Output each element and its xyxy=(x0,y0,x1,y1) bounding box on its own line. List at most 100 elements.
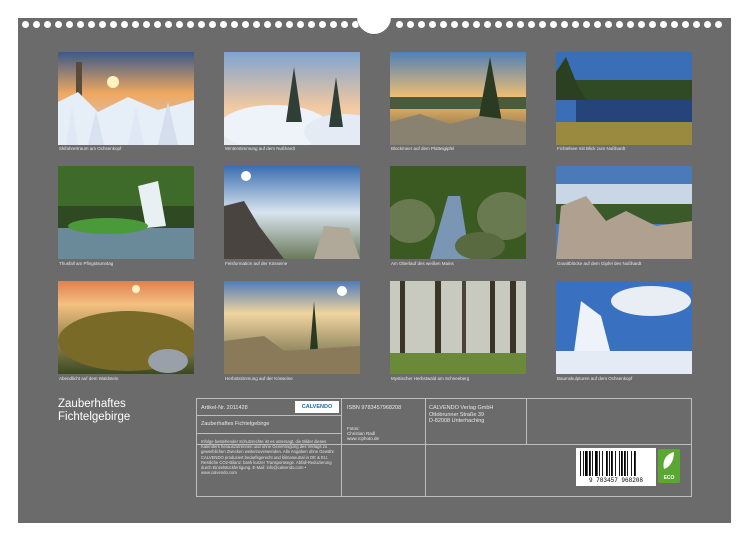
caption-2: Winterstimmung auf dem Nußhardt xyxy=(225,146,296,151)
calendar-title: Zauberhaftes Fichtelgebirge xyxy=(201,421,270,427)
binding-hole xyxy=(220,21,227,28)
photo-11 xyxy=(390,281,526,374)
binding-hole xyxy=(517,21,524,28)
caption-4: Fichtelsee mit Blick zum Nußhardt xyxy=(557,146,626,151)
info-divider-title-bottom xyxy=(196,433,342,434)
legal-text: Infolge bestehender Schutzrechte ist es … xyxy=(201,439,335,476)
caption-12: Baumskulpturen auf dem Ochsenkopf xyxy=(557,376,633,381)
binding-hole xyxy=(440,21,447,28)
photo-1 xyxy=(58,52,194,145)
photo-10 xyxy=(224,281,360,374)
caption-8: Granitblöcke auf dem Gipfel des Nußhardt xyxy=(557,261,642,266)
photo-credit-web: www.rcphoto.de xyxy=(347,436,380,441)
isbn: ISBN 9783457968208 xyxy=(347,405,402,411)
photo-4 xyxy=(556,52,692,145)
binding-hole xyxy=(264,21,271,28)
binding-hole xyxy=(176,21,183,28)
binding-hole xyxy=(429,21,436,28)
caption-1: Skifahrertraum am Ochsenkopf xyxy=(59,146,122,151)
barcode-bar xyxy=(611,451,613,476)
barcode-bar xyxy=(624,451,626,476)
binding-hole xyxy=(99,21,106,28)
binding-hole xyxy=(22,21,29,28)
caption-3: Blockmeer auf dem Platteigipfel xyxy=(391,146,455,151)
article-number: Artikel-Nr. 2011428 xyxy=(201,405,248,411)
binding-hole xyxy=(616,21,623,28)
binding-hole xyxy=(165,21,172,28)
barcode-bar xyxy=(621,451,623,476)
binding-hole xyxy=(715,21,722,28)
binding-hole xyxy=(704,21,711,28)
binding-hole xyxy=(473,21,480,28)
barcode-bar xyxy=(609,451,610,476)
caption-10: Herbststimmung auf der Kösseine xyxy=(225,376,293,381)
publisher-city: D-82008 Unterhaching xyxy=(429,418,485,424)
binding-hole xyxy=(495,21,502,28)
cover-title: Zauberhaftes Fichtelgebirge xyxy=(58,398,130,424)
binding-hole xyxy=(110,21,117,28)
binding-hole xyxy=(286,21,293,28)
binding-hole xyxy=(77,21,84,28)
binding-hole xyxy=(671,21,678,28)
binding-hole xyxy=(88,21,95,28)
binding-hole xyxy=(275,21,282,28)
cover-title-line-1: Zauberhaftes xyxy=(58,398,126,410)
binding-hole xyxy=(605,21,612,28)
barcode-bar xyxy=(580,451,581,476)
barcode-number: 9 783457 968208 xyxy=(588,477,643,484)
barcode-bar xyxy=(619,451,620,476)
binding-hole xyxy=(539,21,546,28)
info-divider-1 xyxy=(341,398,342,496)
caption-9: Abendlicht auf dem Waldstein xyxy=(59,376,119,381)
binding-hole xyxy=(55,21,62,28)
binding-hole xyxy=(627,21,634,28)
binding-hole xyxy=(396,21,403,28)
binding-hole xyxy=(198,21,205,28)
binding-hole xyxy=(330,21,337,28)
binding-hole xyxy=(572,21,579,28)
barcode-bar xyxy=(589,451,591,476)
caption-7: Am Oberlauf des weißen Mains xyxy=(391,261,454,266)
binding-hole xyxy=(407,21,414,28)
photo-7 xyxy=(390,166,526,259)
binding-hole xyxy=(297,21,304,28)
binding-hole xyxy=(308,21,315,28)
photo-9 xyxy=(58,281,194,374)
info-divider-title xyxy=(196,415,342,416)
binding-hole xyxy=(231,21,238,28)
barcode-bar xyxy=(615,451,616,476)
caption-6: Felsformation auf der Kösseine xyxy=(225,261,288,266)
eco-badge: ECO xyxy=(658,449,680,483)
binding-hole xyxy=(143,21,150,28)
eco-label: ECO xyxy=(663,475,675,481)
binding-hole xyxy=(550,21,557,28)
barcode-bar xyxy=(599,451,600,476)
binding-hole xyxy=(561,21,568,28)
binding-hole xyxy=(649,21,656,28)
binding-hole xyxy=(682,21,689,28)
binding-hole xyxy=(418,21,425,28)
binding-hole xyxy=(506,21,513,28)
photo-8 xyxy=(556,166,692,259)
binding-hole xyxy=(33,21,40,28)
binding-hole xyxy=(583,21,590,28)
binding-hole xyxy=(660,21,667,28)
binding-hole xyxy=(638,21,645,28)
binding-hole xyxy=(693,21,700,28)
barcode-bar xyxy=(595,451,598,476)
info-divider-3 xyxy=(526,398,527,444)
calvendo-logo: CALVENDO xyxy=(295,401,339,413)
barcode-bar xyxy=(592,451,593,476)
binding-hole xyxy=(66,21,73,28)
cover-title-line-2: Fichtelgebirge xyxy=(58,411,131,423)
binding-hole xyxy=(44,21,51,28)
binding-hole xyxy=(209,21,216,28)
binding-hole xyxy=(132,21,139,28)
barcode-bar xyxy=(606,451,608,476)
barcode-bar xyxy=(634,451,636,476)
binding-hole xyxy=(484,21,491,28)
caption-5: Thusfall am Pfingstsonntag xyxy=(59,261,114,266)
photo-12 xyxy=(556,281,692,374)
photo-2 xyxy=(224,52,360,145)
info-divider-2 xyxy=(425,398,426,496)
